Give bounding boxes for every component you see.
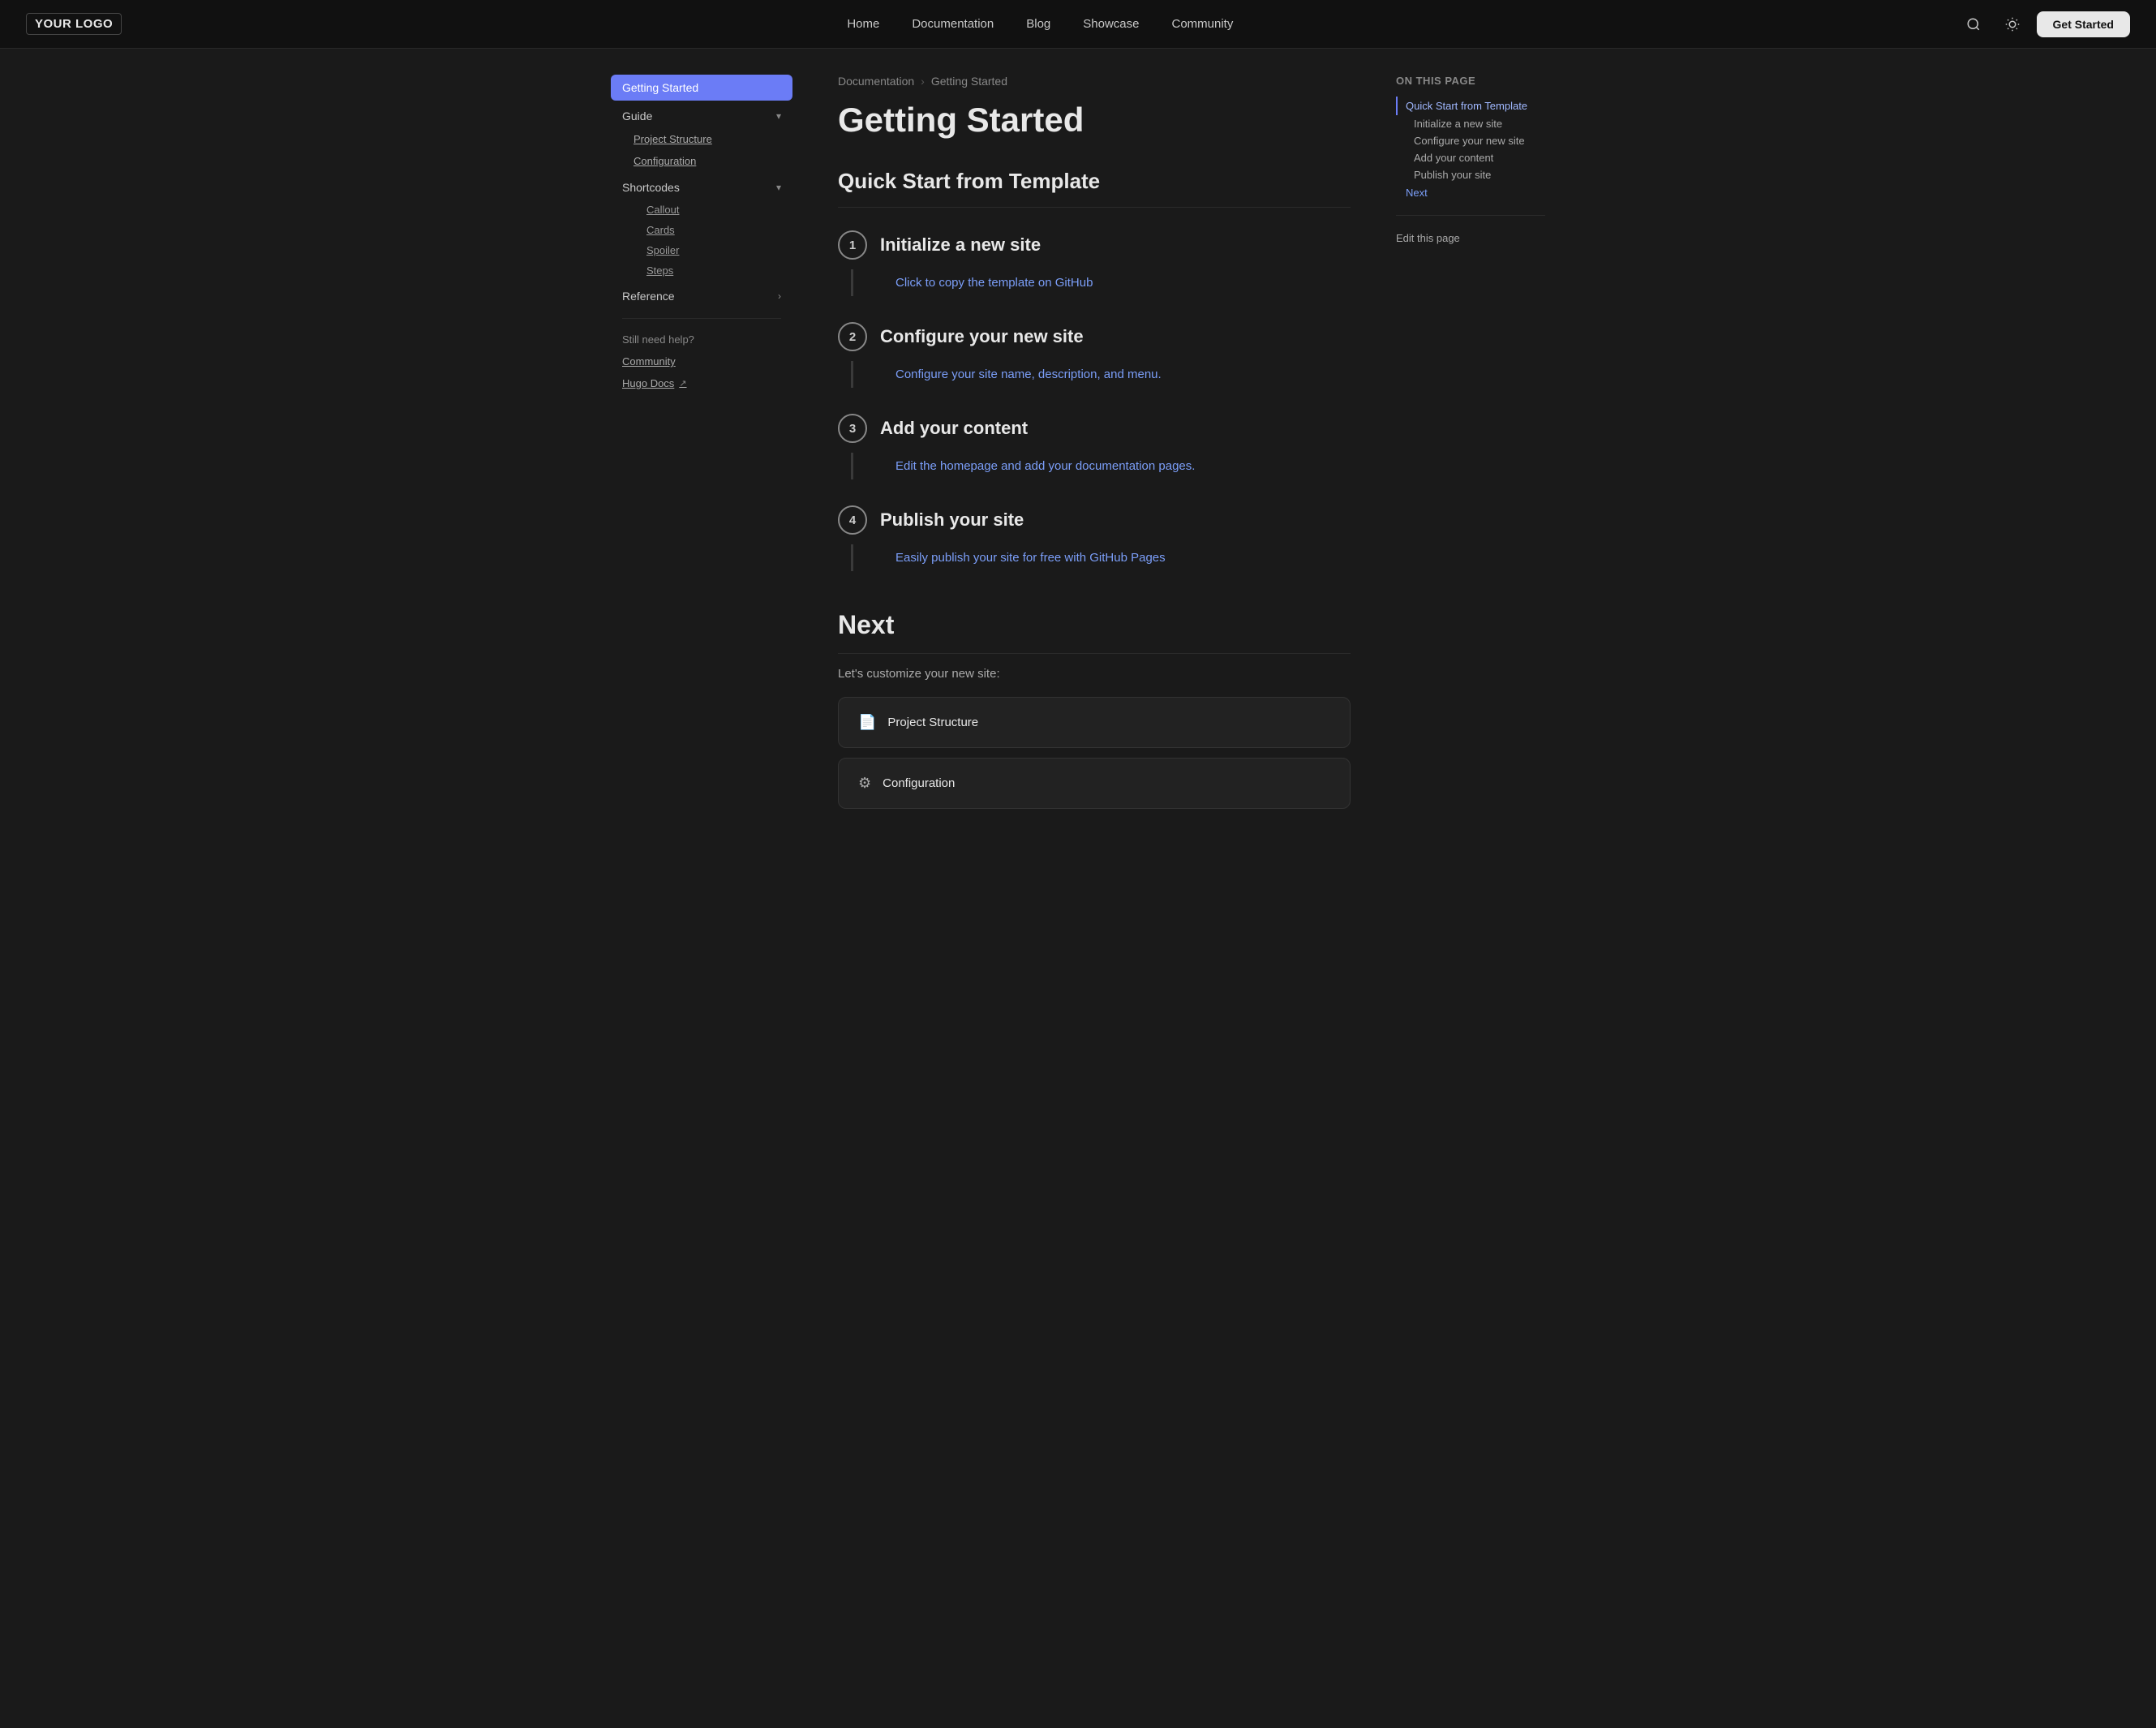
breadcrumb-current: Getting Started xyxy=(931,75,1007,88)
toc: On this page Quick Start from Template I… xyxy=(1383,75,1545,819)
sidebar-help-label: Still need help? xyxy=(611,329,792,350)
step-1-title: Initialize a new site xyxy=(880,234,1041,256)
sidebar-hugo-docs-link[interactable]: Hugo Docs ↗ xyxy=(611,372,792,394)
step-3: 3 Add your content Edit the homepage and… xyxy=(838,414,1351,479)
nav-blog[interactable]: Blog xyxy=(1013,11,1063,37)
nav-documentation[interactable]: Documentation xyxy=(899,11,1007,37)
nav-community[interactable]: Community xyxy=(1159,11,1247,37)
next-section: Next Let's customize your new site: 📄 Pr… xyxy=(838,610,1351,809)
main-content: Documentation › Getting Started Getting … xyxy=(805,75,1383,819)
step-2: 2 Configure your new site Configure your… xyxy=(838,322,1351,388)
quick-start-title: Quick Start from Template xyxy=(838,169,1351,208)
step-4: 4 Publish your site Easily publish your … xyxy=(838,505,1351,571)
sidebar-community-label: Community xyxy=(622,355,676,368)
sidebar-shortcodes-header[interactable]: Shortcodes ▾ xyxy=(611,175,792,200)
next-title: Next xyxy=(838,610,1351,654)
sidebar-item-spoiler[interactable]: Spoiler xyxy=(611,240,792,260)
step-1-number: 1 xyxy=(838,230,867,260)
step-1: 1 Initialize a new site Click to copy th… xyxy=(838,230,1351,296)
sidebar-shortcodes-children: Callout Cards Spoiler Steps xyxy=(611,200,792,281)
toc-link-quick-start[interactable]: Quick Start from Template xyxy=(1396,97,1545,115)
step-3-title: Add your content xyxy=(880,418,1028,439)
sun-icon xyxy=(2005,17,2020,32)
card-project-structure-label: Project Structure xyxy=(887,716,978,729)
nav-home[interactable]: Home xyxy=(834,11,892,37)
step-3-header: 3 Add your content xyxy=(838,414,1351,443)
sidebar: Getting Started Guide ▾ Project Structur… xyxy=(611,75,805,819)
sidebar-community-link[interactable]: Community xyxy=(611,350,792,372)
chevron-right-icon: › xyxy=(778,290,781,302)
card-configuration[interactable]: ⚙ Configuration xyxy=(838,758,1351,809)
sidebar-item-steps[interactable]: Steps xyxy=(611,260,792,281)
sidebar-hugo-docs-label: Hugo Docs xyxy=(622,377,674,389)
sidebar-item-getting-started[interactable]: Getting Started xyxy=(611,75,792,101)
navbar: YOUR LOGO Home Documentation Blog Showca… xyxy=(0,0,2156,49)
step-4-link[interactable]: Easily publish your site for free with G… xyxy=(851,544,1351,571)
sidebar-item-callout[interactable]: Callout xyxy=(611,200,792,220)
toc-edit-link[interactable]: Edit this page xyxy=(1396,229,1545,247)
sidebar-reference-header[interactable]: Reference › xyxy=(611,284,792,308)
step-4-header: 4 Publish your site xyxy=(838,505,1351,535)
card-project-structure[interactable]: 📄 Project Structure xyxy=(838,697,1351,748)
search-button[interactable] xyxy=(1959,10,1988,39)
chevron-down-icon-2: ▾ xyxy=(776,182,781,193)
sidebar-divider xyxy=(622,318,781,319)
external-link-icon: ↗ xyxy=(679,378,686,389)
breadcrumb-parent[interactable]: Documentation xyxy=(838,75,914,88)
toc-link-initialize[interactable]: Initialize a new site xyxy=(1396,115,1545,132)
sidebar-section-guide: Guide ▾ Project Structure Configuration xyxy=(611,104,792,172)
sidebar-item-project-structure[interactable]: Project Structure xyxy=(611,128,792,150)
toc-divider xyxy=(1396,215,1545,216)
gear-icon: ⚙ xyxy=(858,775,871,792)
breadcrumb: Documentation › Getting Started xyxy=(838,75,1351,88)
sidebar-section-shortcodes: Shortcodes ▾ Callout Cards Spoiler Steps xyxy=(611,175,792,281)
step-3-link[interactable]: Edit the homepage and add your documenta… xyxy=(851,453,1351,479)
breadcrumb-separator: › xyxy=(921,75,925,88)
chevron-down-icon: ▾ xyxy=(776,110,781,122)
sidebar-shortcodes-label: Shortcodes xyxy=(622,181,680,194)
page-title: Getting Started xyxy=(838,101,1351,140)
next-description: Let's customize your new site: xyxy=(838,667,1351,681)
sidebar-item-cards[interactable]: Cards xyxy=(611,220,792,240)
file-icon: 📄 xyxy=(858,714,876,731)
card-configuration-label: Configuration xyxy=(883,776,955,790)
search-icon xyxy=(1966,17,1981,32)
sidebar-guide-header[interactable]: Guide ▾ xyxy=(611,104,792,128)
logo[interactable]: YOUR LOGO xyxy=(26,13,122,35)
toc-link-configure[interactable]: Configure your new site xyxy=(1396,132,1545,149)
toc-link-publish[interactable]: Publish your site xyxy=(1396,166,1545,183)
sidebar-section-reference: Reference › xyxy=(611,284,792,308)
nav-showcase[interactable]: Showcase xyxy=(1070,11,1152,37)
step-1-link[interactable]: Click to copy the template on GitHub xyxy=(851,269,1351,296)
toc-link-next[interactable]: Next xyxy=(1396,183,1545,202)
sidebar-guide-children: Project Structure Configuration xyxy=(611,128,792,172)
theme-toggle-button[interactable] xyxy=(1998,10,2027,39)
sidebar-reference-label: Reference xyxy=(622,290,675,303)
step-1-header: 1 Initialize a new site xyxy=(838,230,1351,260)
get-started-button[interactable]: Get Started xyxy=(2037,11,2130,37)
page-layout: Getting Started Guide ▾ Project Structur… xyxy=(591,49,1565,845)
sidebar-item-configuration[interactable]: Configuration xyxy=(611,150,792,172)
sidebar-guide-label: Guide xyxy=(622,110,652,123)
navbar-right: Get Started xyxy=(1959,10,2130,39)
step-2-number: 2 xyxy=(838,322,867,351)
step-4-number: 4 xyxy=(838,505,867,535)
toc-link-add-content[interactable]: Add your content xyxy=(1396,149,1545,166)
step-4-title: Publish your site xyxy=(880,509,1024,531)
toc-title: On this page xyxy=(1396,75,1545,87)
step-2-link[interactable]: Configure your site name, description, a… xyxy=(851,361,1351,388)
step-2-title: Configure your new site xyxy=(880,326,1084,347)
step-2-header: 2 Configure your new site xyxy=(838,322,1351,351)
nav-links: Home Documentation Blog Showcase Communi… xyxy=(834,11,1246,37)
step-3-number: 3 xyxy=(838,414,867,443)
